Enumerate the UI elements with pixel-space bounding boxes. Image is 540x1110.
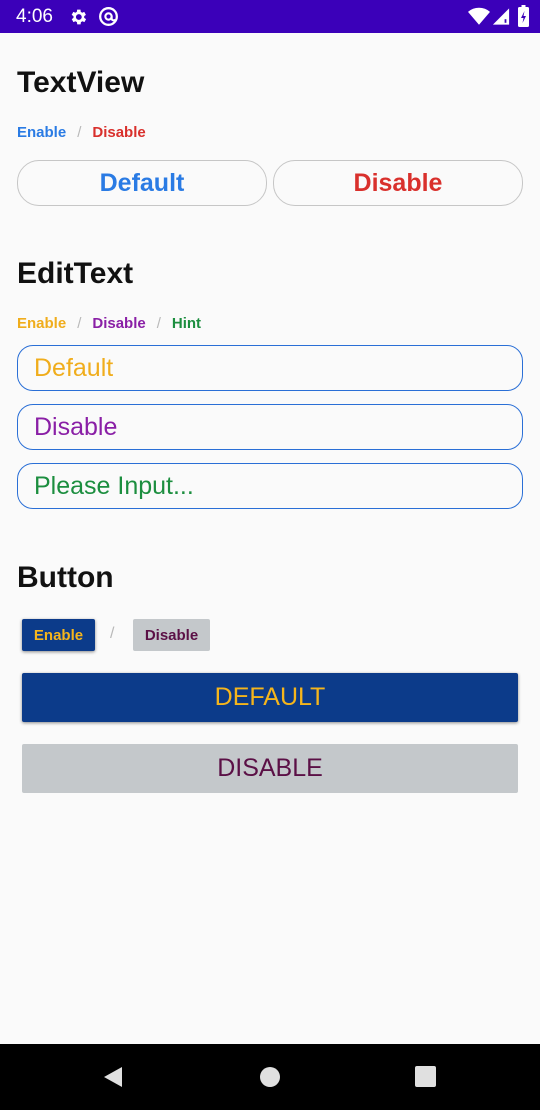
default-button[interactable]: DEFAULT bbox=[22, 673, 518, 722]
button-separator: / bbox=[110, 625, 115, 642]
battery-icon bbox=[518, 5, 529, 27]
legend-enable-label: Enable bbox=[17, 315, 67, 332]
textview-disable: Disable bbox=[273, 160, 523, 206]
disable-small-button[interactable]: Disable bbox=[133, 619, 210, 651]
legend-disable-label: Disable bbox=[92, 124, 146, 141]
edittext-hint-field[interactable] bbox=[17, 463, 523, 509]
gear-icon bbox=[71, 9, 87, 25]
legend-separator: / bbox=[156, 315, 161, 332]
edittext-legend: Enable / Disable / Hint bbox=[17, 315, 201, 332]
button-section-title: Button bbox=[17, 561, 114, 594]
home-icon[interactable] bbox=[259, 1066, 281, 1088]
back-icon[interactable] bbox=[102, 1066, 124, 1088]
textview-legend: Enable / Disable bbox=[17, 124, 146, 141]
status-bar: 4:06 bbox=[0, 0, 540, 33]
edittext-disable-field[interactable] bbox=[17, 404, 523, 450]
wifi-icon bbox=[468, 7, 490, 25]
status-time: 4:06 bbox=[16, 6, 53, 27]
legend-separator: / bbox=[77, 315, 82, 332]
edittext-default-field[interactable] bbox=[17, 345, 523, 391]
legend-enable-label: Enable bbox=[17, 124, 67, 141]
legend-disable-label: Disable bbox=[92, 315, 146, 332]
navigation-bar bbox=[0, 1044, 540, 1110]
textview-section-title: TextView bbox=[17, 66, 145, 99]
textview-default: Default bbox=[17, 160, 267, 206]
legend-hint-label: Hint bbox=[171, 315, 202, 332]
enable-small-button[interactable]: Enable bbox=[22, 619, 95, 651]
disable-button[interactable]: DISABLE bbox=[22, 744, 518, 793]
recents-icon[interactable] bbox=[415, 1066, 436, 1087]
edittext-section-title: EditText bbox=[17, 257, 134, 290]
at-icon bbox=[99, 7, 118, 26]
signal-icon bbox=[492, 8, 510, 25]
legend-separator: / bbox=[77, 124, 82, 141]
